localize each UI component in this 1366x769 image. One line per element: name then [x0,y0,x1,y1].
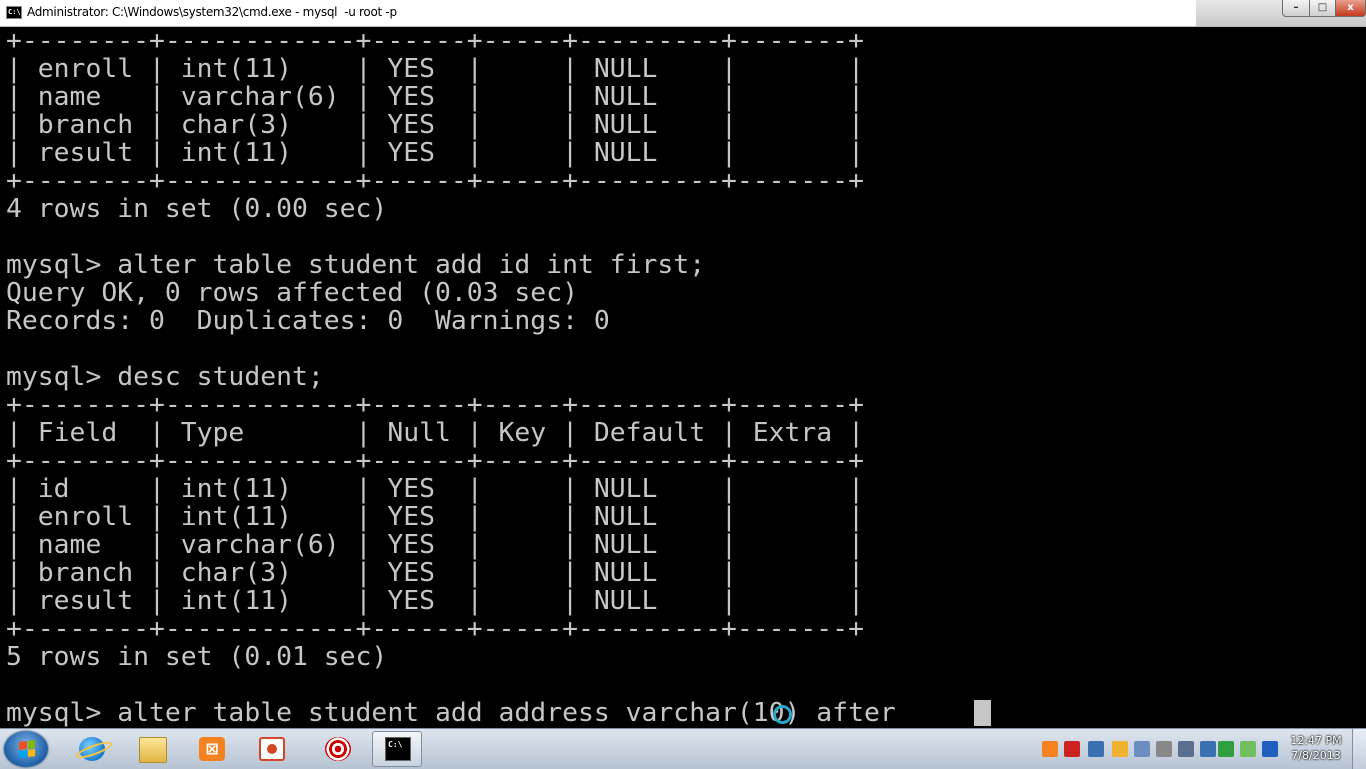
console-line: | Field | Type | Null | Key | Default | … [6,418,864,448]
network-tray-icon[interactable] [1088,741,1104,757]
busy-cursor-icon [773,705,792,724]
console-line: +--------+------------+------+-----+----… [6,27,864,56]
taskbar-windows-explorer[interactable] [126,731,176,767]
window-title-bar[interactable]: C:\ Administrator: C:\Windows\system32\c… [0,0,1366,27]
taskbar-xampp[interactable]: ⊠ [186,731,236,767]
maximize-button[interactable]: □ [1309,0,1336,17]
target-icon [325,737,351,761]
text-cursor [974,700,991,726]
minimize-button[interactable]: – [1282,0,1310,17]
taskbar-target-app[interactable] [312,731,362,767]
console-output[interactable]: +--------+------------+------+-----+----… [6,27,1366,728]
show-desktop-button[interactable] [1352,729,1366,769]
console-line: 4 rows in set (0.00 sec) [6,194,388,224]
notification-area [1036,729,1281,769]
console-line: | name | varchar(6) | YES | | NULL | | [6,530,864,560]
hand-tray-icon[interactable] [1112,741,1128,757]
console-line: | branch | char(3) | YES | | NULL | | [6,110,864,140]
console-line: Query OK, 0 rows affected (0.03 sec) [6,278,578,308]
clock-date: 7/8/2013 [1291,749,1341,762]
console-line: +--------+------------+------+-----+----… [6,614,864,644]
console-line: +--------+------------+------+-----+----… [6,166,864,196]
start-button[interactable] [4,731,48,767]
network-status-icon[interactable] [1218,741,1234,757]
internet-explorer-icon [79,737,105,761]
folder-icon [139,737,167,763]
xampp-icon: ⊠ [199,737,225,761]
console-line: | name | varchar(6) | YES | | NULL | | [6,82,864,112]
taskbar: ⊠ C:\ 12:47 PM 7/8/2013 [0,728,1366,769]
console-line: mysql> desc student; [6,362,324,392]
cmd-window-icon[interactable]: C:\ [6,6,22,19]
command-prompt-icon: C:\ [385,737,411,761]
console-line: | id | int(11) | YES | | NULL | | [6,474,864,504]
antivirus-tray-icon[interactable] [1064,741,1080,757]
console-line: | enroll | int(11) | YES | | NULL | | [6,502,864,532]
console-line: | enroll | int(11) | YES | | NULL | | [6,54,864,84]
close-button[interactable]: x [1335,0,1366,17]
console-line: +--------+------------+------+-----+----… [6,446,864,476]
console-line: 5 rows in set (0.01 sec) [6,642,388,672]
taskbar-powerpoint[interactable] [246,731,296,767]
xampp-tray-icon[interactable] [1042,741,1058,757]
taskbar-internet-explorer[interactable] [66,731,116,767]
speaker-tray-icon[interactable] [1178,741,1194,757]
console-line: mysql> alter table student add id int fi… [6,250,706,280]
console-line: | result | int(11) | YES | | NULL | | [6,586,864,616]
windows-logo-icon [19,740,35,758]
console-line: +--------+------------+------+-----+----… [6,390,864,420]
system-clock[interactable]: 12:47 PM 7/8/2013 [1283,733,1349,763]
console-line: | result | int(11) | YES | | NULL | | [6,138,864,168]
powerpoint-icon [259,737,285,761]
monitor-tray-icon[interactable] [1134,741,1150,757]
battery-icon[interactable] [1240,741,1256,757]
console-line: Records: 0 Duplicates: 0 Warnings: 0 [6,306,610,336]
bluetooth-icon[interactable] [1262,741,1278,757]
taskbar-command-prompt[interactable]: C:\ [372,731,422,767]
printer-tray-icon[interactable] [1156,741,1172,757]
window-title: Administrator: C:\Windows\system32\cmd.e… [27,5,397,19]
volume-icon[interactable] [1200,741,1216,757]
console-line: | branch | char(3) | YES | | NULL | | [6,558,864,588]
clock-time: 12:47 PM [1290,734,1342,747]
